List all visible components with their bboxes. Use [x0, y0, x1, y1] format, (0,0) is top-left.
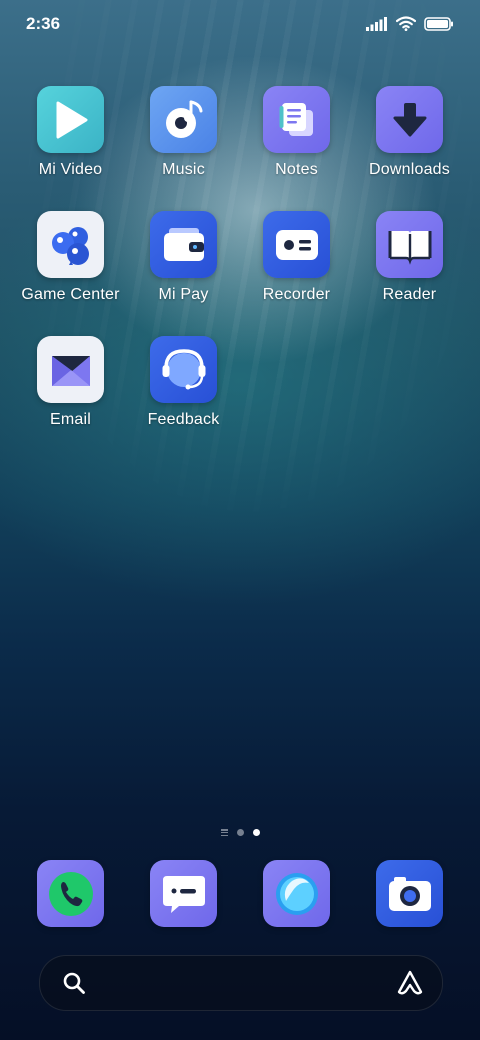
wifi-icon: [396, 16, 416, 31]
camera-icon: [376, 860, 443, 927]
app-downloads[interactable]: Downloads: [353, 86, 466, 179]
app-email[interactable]: Email: [14, 336, 127, 429]
page-dot: [236, 829, 244, 836]
app-music[interactable]: Music: [127, 86, 240, 179]
signal-icon: [366, 16, 387, 31]
download-arrow-icon: [376, 86, 443, 153]
app-mi-video[interactable]: Mi Video: [14, 86, 127, 179]
wallet-icon: [150, 211, 217, 278]
app-label: Downloads: [369, 161, 450, 178]
headset-icon: [150, 336, 217, 403]
battery-icon: [424, 16, 453, 31]
app-game-center[interactable]: Game Center: [14, 211, 127, 304]
app-label: Email: [49, 411, 91, 428]
app-label: Notes: [275, 161, 318, 178]
browser-orb-icon: [263, 860, 330, 927]
app-label: Feedback: [147, 411, 220, 428]
status-time: 2:36: [26, 14, 61, 33]
dock-phone[interactable]: [14, 860, 127, 927]
assistant-icon[interactable]: [396, 969, 424, 997]
search-icon: [63, 972, 85, 994]
page-dot-active: [252, 829, 260, 836]
app-feedback[interactable]: Feedback: [127, 336, 240, 429]
game-bubbles-icon: [37, 211, 104, 278]
message-bubble-icon: [150, 860, 217, 927]
book-icon: [376, 211, 443, 278]
app-label: Mi Video: [38, 161, 103, 178]
music-disc-icon: [150, 86, 217, 153]
app-reader[interactable]: Reader: [353, 211, 466, 304]
app-label: Reader: [382, 286, 437, 303]
recorder-icon: [263, 211, 330, 278]
app-label: Recorder: [262, 286, 331, 303]
app-notes[interactable]: Notes: [240, 86, 353, 179]
envelope-icon: [37, 336, 104, 403]
dock-camera[interactable]: [353, 860, 466, 927]
app-label: Mi Pay: [158, 286, 209, 303]
dock-messages[interactable]: [127, 860, 240, 927]
notes-icon: [263, 86, 330, 153]
app-label: Music: [162, 161, 205, 178]
app-label: Game Center: [21, 286, 120, 303]
app-drawer-lines-icon: [220, 829, 228, 836]
status-bar: 2:36: [26, 14, 454, 38]
play-icon: [37, 86, 104, 153]
page-indicator[interactable]: [0, 829, 480, 836]
dock-browser[interactable]: [240, 860, 353, 927]
app-recorder[interactable]: Recorder: [240, 211, 353, 304]
app-mi-pay[interactable]: Mi Pay: [127, 211, 240, 304]
system-icons: [366, 16, 454, 31]
dock: [0, 860, 480, 927]
search-bar[interactable]: [39, 955, 443, 1011]
phone-icon: [37, 860, 104, 927]
